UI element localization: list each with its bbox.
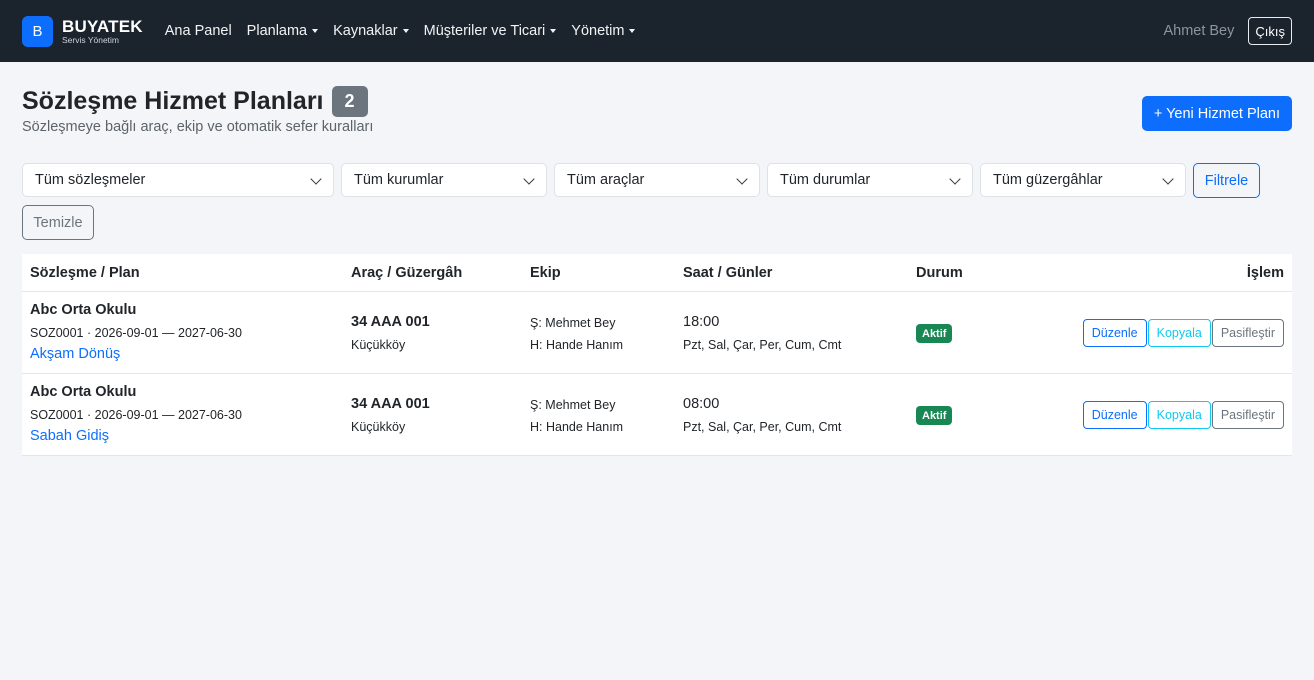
table-header: Sözleşme / Plan Araç / Güzergâh Ekip Saa… xyxy=(22,254,1292,292)
route-name: Küçükköy xyxy=(351,338,406,352)
caret-down-icon xyxy=(402,29,409,33)
column-header-crew: Ekip xyxy=(530,265,561,281)
nav-item-planlama[interactable]: Planlama xyxy=(247,23,319,39)
nav-menu: Ana Panel Planlama Kaynaklar Müşteriler … xyxy=(165,23,651,39)
status-badge: Aktif xyxy=(916,406,953,425)
service-days: Pzt, Sal, Çar, Per, Cum, Cmt xyxy=(683,420,842,434)
plan-link[interactable]: Sabah Gidiş xyxy=(30,428,109,444)
departure-time: 08:00 xyxy=(683,396,720,412)
filter-button[interactable]: Filtrele xyxy=(1193,163,1260,198)
clear-button[interactable]: Temizle xyxy=(22,205,94,240)
copy-button[interactable]: Kopyala xyxy=(1147,401,1211,429)
school-name: Abc Orta Okulu xyxy=(30,302,137,318)
column-header-vehicle: Araç / Güzergâh xyxy=(351,265,463,281)
column-header-time: Saat / Günler xyxy=(683,265,773,281)
status-select[interactable]: Tüm durumlar xyxy=(767,163,973,197)
column-header-contract: Sözleşme / Plan xyxy=(30,265,140,281)
chevron-down-icon xyxy=(949,173,961,185)
vehicle-plate: 34 AAA 001 xyxy=(351,396,430,412)
top-navbar: B BUYATEK Servis Yönetim Ana Panel Planl… xyxy=(0,0,1314,62)
page-title: Sözleşme Hizmet Planları xyxy=(22,87,324,115)
nav-item-musteriler[interactable]: Müşteriler ve Ticari xyxy=(424,23,557,39)
departure-time: 18:00 xyxy=(683,314,720,330)
table-row: Abc Orta Okulu SOZ0001 · 2026-09-01 — 20… xyxy=(22,292,1292,374)
driver-name: Ş: Mehmet Bey xyxy=(530,316,616,330)
count-badge: 2 xyxy=(331,86,368,117)
column-header-actions: İşlem xyxy=(1246,265,1284,281)
brand-text: BUYATEK Servis Yönetim xyxy=(62,18,143,45)
vehicle-plate: 34 AAA 001 xyxy=(351,314,430,330)
service-days: Pzt, Sal, Çar, Per, Cum, Cmt xyxy=(683,338,842,352)
caret-down-icon xyxy=(312,29,319,33)
status-badge: Aktif xyxy=(916,324,953,343)
plan-link[interactable]: Akşam Dönüş xyxy=(30,346,120,362)
nav-item-yonetim[interactable]: Yönetim xyxy=(571,23,636,39)
user-name: Ahmet Bey xyxy=(1163,23,1235,39)
deactivate-button[interactable]: Pasifleştir xyxy=(1211,401,1284,429)
nav-item-ana-panel[interactable]: Ana Panel xyxy=(165,23,232,39)
edit-button[interactable]: Düzenle xyxy=(1082,401,1147,429)
hostess-name: H: Hande Hanım xyxy=(530,338,624,352)
row-actions: Düzenle Kopyala Pasifleştir xyxy=(1082,401,1284,429)
chevron-down-icon xyxy=(310,173,322,185)
caret-down-icon xyxy=(629,29,636,33)
contract-info: SOZ0001 · 2026-09-01 — 2027-06-30 xyxy=(30,408,242,422)
title-row: Sözleşme Hizmet Planları 2 xyxy=(22,86,373,117)
page-subtitle: Sözleşmeye bağlı araç, ekip ve otomatik … xyxy=(22,119,374,135)
logout-button[interactable]: Çıkış xyxy=(1248,17,1292,45)
deactivate-button[interactable]: Pasifleştir xyxy=(1211,319,1284,347)
brand[interactable]: B BUYATEK Servis Yönetim xyxy=(22,15,143,47)
caret-down-icon xyxy=(550,29,557,33)
chevron-down-icon xyxy=(523,173,535,185)
plans-table: Sözleşme / Plan Araç / Güzergâh Ekip Saa… xyxy=(22,254,1292,456)
brand-name: BUYATEK xyxy=(62,16,143,36)
brand-logo-icon: B xyxy=(22,15,53,47)
page-header: Sözleşme Hizmet Planları 2 Sözleşmeye ba… xyxy=(22,86,373,135)
chevron-down-icon xyxy=(736,173,748,185)
edit-button[interactable]: Düzenle xyxy=(1082,319,1147,347)
chevron-down-icon xyxy=(1162,173,1174,185)
table-row: Abc Orta Okulu SOZ0001 · 2026-09-01 — 20… xyxy=(22,374,1292,456)
column-header-status: Durum xyxy=(916,265,963,281)
brand-subtitle: Servis Yönetim xyxy=(62,34,120,45)
new-service-plan-button[interactable]: + Yeni Hizmet Planı xyxy=(1141,96,1292,131)
school-name: Abc Orta Okulu xyxy=(30,384,137,400)
institution-select[interactable]: Tüm kurumlar xyxy=(341,163,547,197)
nav-user-area: Ahmet Bey Çıkış xyxy=(1163,0,1292,62)
nav-item-kaynaklar[interactable]: Kaynaklar xyxy=(333,23,409,39)
row-actions: Düzenle Kopyala Pasifleştir xyxy=(1082,319,1284,347)
driver-name: Ş: Mehmet Bey xyxy=(530,398,616,412)
contract-select[interactable]: Tüm sözleşmeler xyxy=(22,163,334,197)
route-name: Küçükköy xyxy=(351,420,406,434)
vehicle-select[interactable]: Tüm araçlar xyxy=(554,163,760,197)
copy-button[interactable]: Kopyala xyxy=(1147,319,1211,347)
route-select[interactable]: Tüm güzergâhlar xyxy=(980,163,1186,197)
contract-info: SOZ0001 · 2026-09-01 — 2027-06-30 xyxy=(30,326,242,340)
hostess-name: H: Hande Hanım xyxy=(530,420,624,434)
